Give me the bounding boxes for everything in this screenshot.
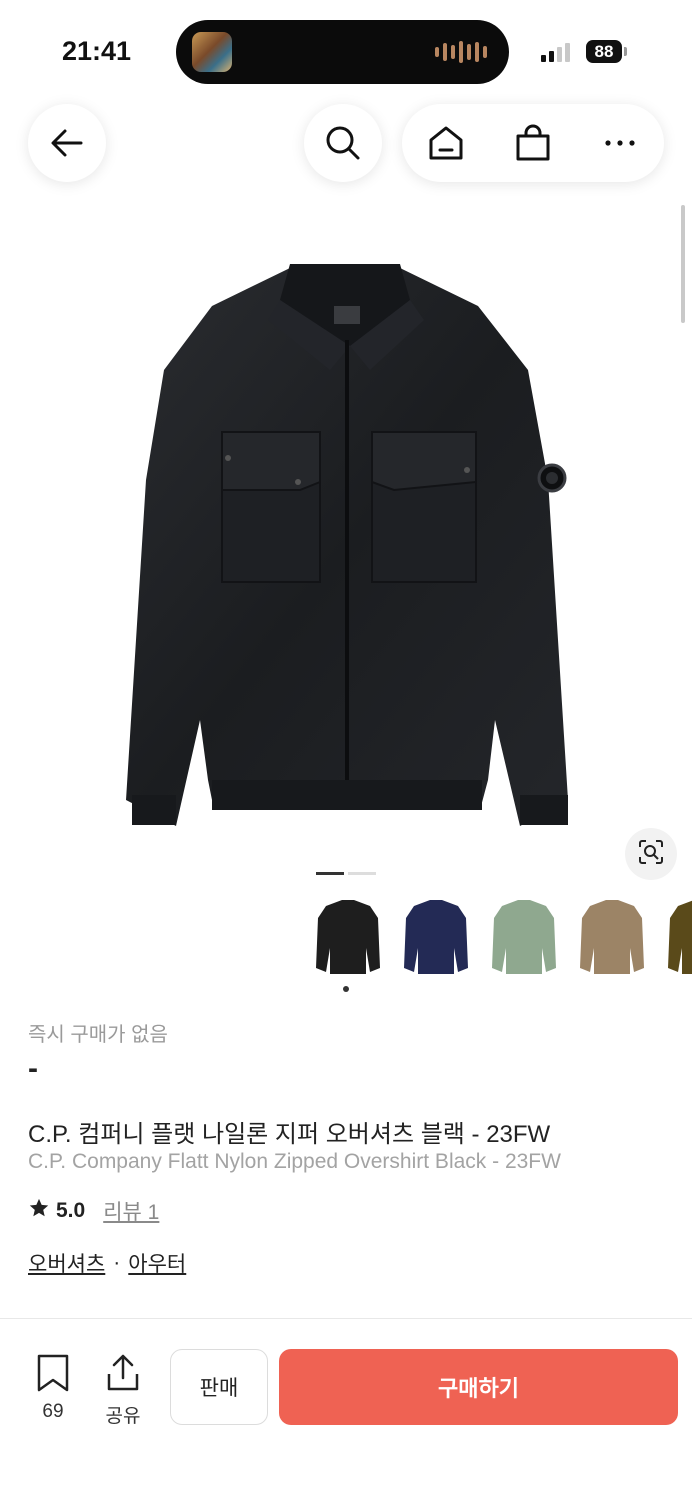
color-variant-thumb[interactable] (400, 898, 472, 978)
instant-buy-status: 즉시 구매가 없음 (28, 1024, 168, 1046)
pager-indicator-active (316, 872, 344, 875)
image-pager (316, 872, 376, 875)
category-separator: · (113, 1251, 121, 1274)
color-variant-thumb[interactable] (312, 898, 384, 978)
bookmark-button[interactable]: 69 (28, 1354, 78, 1423)
audio-waveform-icon (435, 40, 487, 64)
dynamic-island[interactable] (176, 20, 509, 84)
arrow-left-icon (41, 117, 93, 169)
status-time: 21:41 (62, 36, 132, 66)
home-icon[interactable] (420, 117, 472, 169)
pager-indicator (348, 872, 376, 875)
color-variant-list (310, 898, 692, 982)
status-bar: 21:41 88 (0, 0, 692, 100)
shopping-bag-icon[interactable] (507, 117, 559, 169)
bookmark-icon (35, 1354, 71, 1396)
star-icon (28, 1197, 50, 1225)
nav-action-group (402, 104, 664, 182)
review-link[interactable]: 리뷰 1 (103, 1196, 159, 1226)
category-link-outer[interactable]: 아우터 (128, 1248, 186, 1278)
share-icon (105, 1354, 141, 1396)
product-title-ko: C.P. 컴퍼니 플랫 나일론 지퍼 오버셔츠 블랙 - 23FW (28, 1121, 551, 1148)
back-button[interactable] (28, 104, 106, 182)
selected-variant-indicator (343, 986, 349, 992)
share-button[interactable]: 공유 (98, 1354, 148, 1428)
share-label: 공유 (105, 1406, 141, 1427)
cellular-signal-icon (541, 42, 570, 62)
battery-tip (624, 47, 627, 56)
bookmark-count: 69 (42, 1401, 64, 1422)
more-horizontal-icon[interactable] (594, 117, 646, 169)
buy-button[interactable]: 구매하기 (279, 1349, 678, 1425)
rating-score: 5.0 (56, 1199, 86, 1222)
color-variant-thumb[interactable] (488, 898, 560, 978)
battery-icon: 88 (586, 40, 622, 63)
product-title-en: C.P. Company Flatt Nylon Zipped Overshir… (28, 1150, 561, 1173)
rating-row: 5.0 리뷰 1 (28, 1196, 159, 1226)
image-search-button[interactable] (625, 828, 677, 880)
category-link-overshirt[interactable]: 오버셔츠 (28, 1248, 105, 1278)
price: - (28, 1052, 38, 1085)
color-variant-thumb[interactable] (576, 898, 648, 978)
search-button[interactable] (304, 104, 382, 182)
divider (0, 1318, 692, 1319)
sell-button[interactable]: 판매 (170, 1349, 268, 1425)
now-playing-artwork (192, 32, 232, 72)
product-image[interactable] (0, 220, 692, 860)
lens-search-icon (637, 838, 665, 871)
category-breadcrumb: 오버셔츠 · 아우터 (28, 1248, 186, 1278)
color-variant-thumb[interactable] (664, 898, 692, 978)
search-icon (317, 117, 369, 169)
